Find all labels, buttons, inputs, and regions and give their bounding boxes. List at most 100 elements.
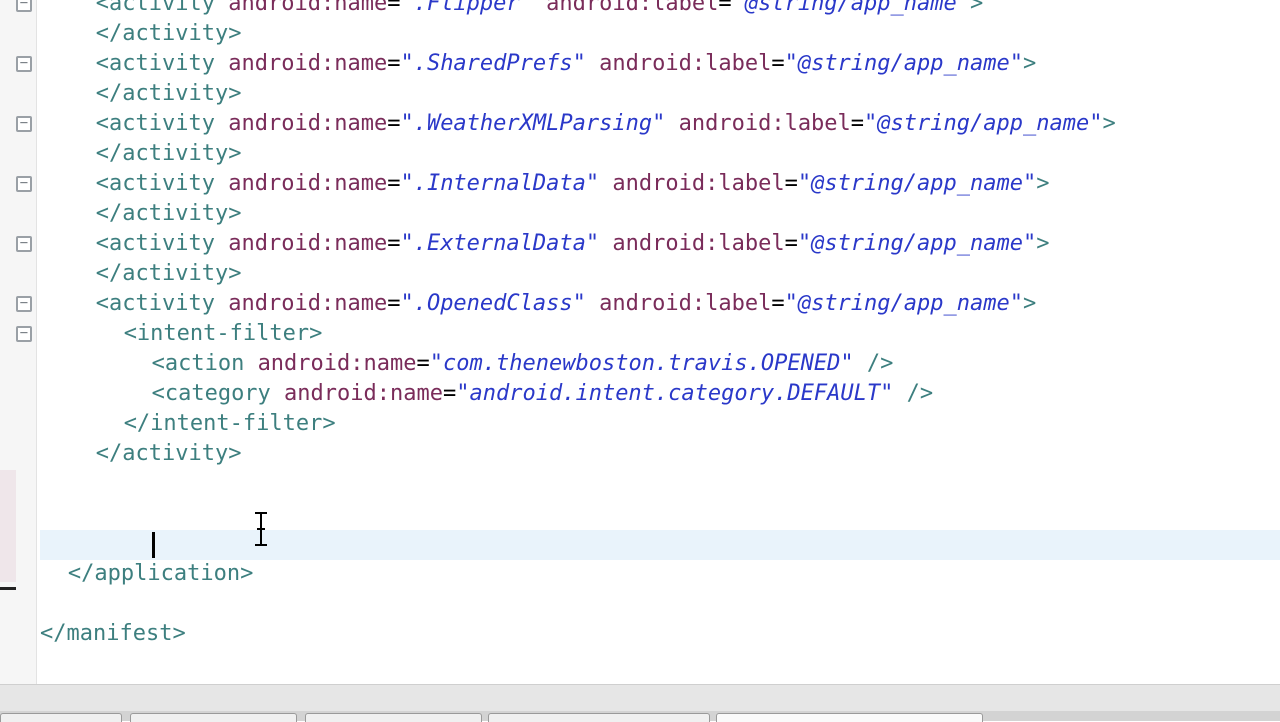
code-token-eq: = — [387, 0, 401, 16]
code-token-str: ".ExternalData" — [400, 231, 600, 256]
code-token-eq: = — [771, 291, 785, 316]
code-token-str: ".WeatherXMLParsing" — [400, 111, 666, 136]
code-line[interactable]: <activity android:name=".Flipper" androi… — [96, 0, 983, 19]
code-token-tag: <intent-filter> — [123, 321, 323, 346]
code-token-tag: </manifest> — [40, 621, 186, 646]
code-token-attr: android:name — [228, 51, 388, 76]
code-token-tag — [599, 231, 612, 256]
tab-3[interactable] — [305, 713, 482, 722]
code-line[interactable]: <action android:name="com.thenewboston.t… — [152, 349, 894, 379]
code-token-str: "@string/app_name" — [864, 111, 1103, 136]
code-line[interactable]: </activity> — [96, 139, 242, 169]
code-token-tag: </activity> — [95, 141, 242, 166]
tab-2[interactable] — [130, 713, 297, 722]
code-token-tag — [665, 111, 678, 136]
code-token-tag: > — [1036, 231, 1050, 256]
code-token-tag: </application> — [67, 561, 254, 586]
code-token-attr: android:label — [612, 171, 785, 196]
code-token-tag: </activity> — [95, 441, 242, 466]
code-token-tag: <activity — [95, 0, 229, 16]
code-token-eq: = — [387, 231, 401, 256]
code-token-tag: <activity — [95, 171, 229, 196]
code-line[interactable]: </activity> — [96, 199, 242, 229]
code-token-eq: = — [784, 171, 798, 196]
code-token-tag — [586, 291, 599, 316]
editor-gutter — [0, 0, 37, 684]
code-token-str: ".InternalData" — [400, 171, 600, 196]
code-token-attr: android:name — [228, 0, 388, 16]
fold-collapse-icon[interactable] — [16, 326, 32, 342]
code-line[interactable]: </activity> — [96, 19, 242, 49]
code-token-tag: <activity — [95, 291, 229, 316]
code-token-tag: > — [1102, 111, 1116, 136]
code-token-str: "android.intent.category.DEFAULT" — [456, 381, 894, 406]
code-token-attr: android:name — [284, 381, 443, 406]
ibeam-cursor-icon — [254, 512, 268, 546]
tab-4[interactable] — [488, 713, 710, 722]
code-token-attr: android:label — [546, 0, 719, 16]
code-token-tag: <action — [151, 351, 258, 376]
code-line[interactable]: </intent-filter> — [124, 409, 336, 439]
code-token-eq: = — [387, 51, 401, 76]
code-token-tag: <activity — [95, 111, 229, 136]
current-line-highlight — [40, 530, 1280, 560]
change-marker — [0, 470, 16, 582]
code-token-eq: = — [850, 111, 865, 136]
code-token-attr: android:label — [678, 111, 851, 136]
code-line[interactable]: </manifest> — [40, 619, 186, 649]
code-token-tag — [586, 51, 599, 76]
code-token-eq: = — [784, 231, 798, 256]
code-token-str: "@string/app_name" — [784, 291, 1023, 316]
fold-collapse-icon[interactable] — [16, 116, 32, 132]
code-token-attr: android:name — [228, 111, 388, 136]
code-token-eq: = — [718, 0, 732, 16]
code-token-str: "com.thenewboston.travis.OPENED" — [429, 351, 854, 376]
code-token-str: "@string/app_name" — [797, 171, 1037, 196]
code-line[interactable]: <category android:name="android.intent.c… — [152, 379, 934, 409]
code-token-tag: </activity> — [95, 201, 242, 226]
code-token-eq: = — [387, 111, 401, 136]
code-token-tag: </activity> — [95, 261, 242, 286]
code-line[interactable]: </application> — [68, 559, 253, 589]
code-token-tag: > — [1023, 51, 1037, 76]
code-line[interactable]: <intent-filter> — [124, 319, 323, 349]
code-token-tag: </activity> — [95, 21, 242, 46]
code-line[interactable]: </activity> — [96, 439, 242, 469]
code-token-str: ".OpenedClass" — [400, 291, 586, 316]
code-token-attr: android:name — [257, 351, 417, 376]
code-token-eq: = — [387, 291, 401, 316]
code-token-tag: <activity — [95, 51, 229, 76]
gutter-tick — [0, 587, 16, 590]
code-token-tag — [599, 171, 612, 196]
code-token-str: "@string/app_name" — [797, 231, 1037, 256]
code-line[interactable]: <activity android:name=".SharedPrefs" an… — [96, 49, 1036, 79]
code-line[interactable]: </activity> — [96, 79, 242, 109]
code-token-attr: android:label — [599, 291, 772, 316]
code-token-eq: = — [387, 171, 401, 196]
fold-collapse-icon[interactable] — [16, 176, 32, 192]
code-line[interactable]: <activity android:name=".OpenedClass" an… — [96, 289, 1036, 319]
tab-5[interactable] — [716, 713, 983, 722]
code-token-tag: /> — [893, 381, 934, 406]
code-token-tag: > — [1036, 171, 1050, 196]
code-line[interactable]: <activity android:name=".WeatherXMLParsi… — [96, 109, 1116, 139]
code-token-attr: android:label — [612, 231, 785, 256]
fold-collapse-icon[interactable] — [16, 296, 32, 312]
tab-1[interactable] — [0, 713, 122, 722]
code-line[interactable]: <activity android:name=".InternalData" a… — [96, 169, 1050, 199]
code-token-attr: android:label — [599, 51, 772, 76]
fold-collapse-icon[interactable] — [16, 56, 32, 72]
code-token-attr: android:name — [228, 171, 388, 196]
code-token-tag: /> — [853, 351, 894, 376]
code-token-tag: > — [1023, 291, 1037, 316]
bottom-tab-bar — [0, 684, 1280, 722]
fold-collapse-icon[interactable] — [16, 0, 32, 12]
code-line[interactable]: <activity android:name=".ExternalData" a… — [96, 229, 1050, 259]
code-token-eq: = — [771, 51, 785, 76]
text-caret — [152, 532, 155, 558]
code-token-str: "@string/app_name" — [731, 0, 971, 16]
fold-collapse-icon[interactable] — [16, 236, 32, 252]
code-line[interactable]: </activity> — [96, 259, 242, 289]
code-token-attr: android:name — [228, 231, 388, 256]
code-token-eq: = — [443, 381, 457, 406]
